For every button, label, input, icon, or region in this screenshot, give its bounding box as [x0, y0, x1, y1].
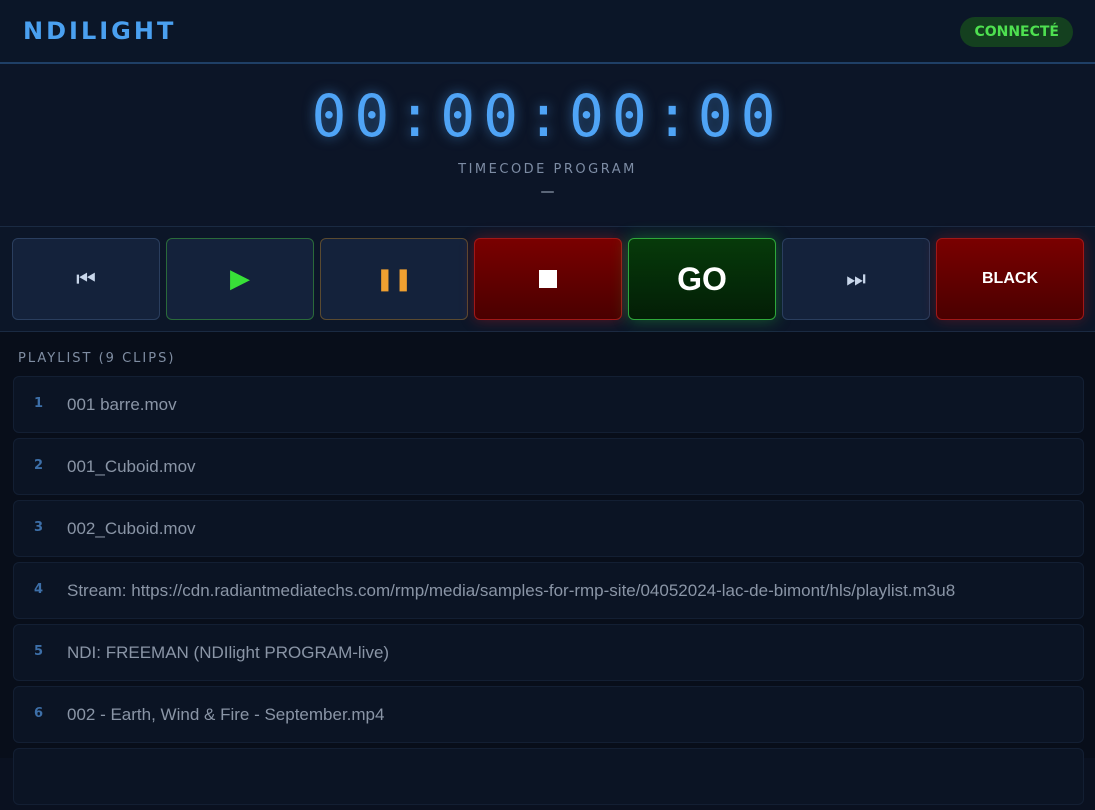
- pause-button[interactable]: ❚❚: [320, 238, 468, 320]
- playlist-list: 1 001 barre.mov 2 001_Cuboid.mov 3 002_C…: [13, 376, 1084, 810]
- playlist-item[interactable]: 4 Stream: https://cdn.radiantmediatechs.…: [13, 562, 1084, 619]
- playlist-item-number: 5: [34, 644, 44, 659]
- playlist-item-number: 4: [34, 582, 44, 597]
- go-button[interactable]: GO: [628, 238, 776, 320]
- black-button[interactable]: BLACK: [936, 238, 1084, 320]
- playlist-item[interactable]: 1 001 barre.mov: [13, 376, 1084, 433]
- app-title: NDILIGHT: [23, 17, 177, 45]
- playlist-item-name: NDI: FREEMAN (NDIlight PROGRAM-live): [67, 643, 390, 662]
- playlist-item[interactable]: [13, 748, 1084, 805]
- stop-icon: [539, 270, 557, 288]
- playlist-item-name: 001_Cuboid.mov: [67, 457, 196, 476]
- playlist-item[interactable]: 5 NDI: FREEMAN (NDIlight PROGRAM-live): [13, 624, 1084, 681]
- skip-previous-icon: ⏮: [76, 266, 96, 292]
- playlist-item[interactable]: 2 001_Cuboid.mov: [13, 438, 1084, 495]
- previous-button[interactable]: ⏮: [12, 238, 160, 320]
- playlist-item-number: 6: [34, 706, 44, 721]
- playlist-item-number: 1: [34, 396, 44, 411]
- playlist-item-number: 3: [34, 520, 44, 535]
- transport-controls: ⏮ ▶ ❚❚ GO ⏭ BLACK: [0, 227, 1095, 332]
- playlist-item[interactable]: 6 002 - Earth, Wind & Fire - September.m…: [13, 686, 1084, 743]
- timecode-display: 00:00:00:00: [311, 82, 784, 150]
- play-button[interactable]: ▶: [166, 238, 314, 320]
- playlist-panel: PLAYLIST (9 CLIPS) 1 001 barre.mov 2 001…: [0, 332, 1095, 805]
- timecode-panel: 00:00:00:00 TIMECODE PROGRAM —: [0, 64, 1095, 227]
- playlist-item-name: 002 - Earth, Wind & Fire - September.mp4: [67, 705, 385, 724]
- top-bar: NDILIGHT CONNECTÉ: [0, 0, 1095, 64]
- playlist-item-number: 2: [34, 458, 44, 473]
- playlist-item-name: Stream: https://cdn.radiantmediatechs.co…: [67, 581, 956, 600]
- playlist-heading: PLAYLIST (9 CLIPS): [18, 351, 176, 366]
- stop-button[interactable]: [474, 238, 622, 320]
- next-button[interactable]: ⏭: [782, 238, 930, 320]
- pause-icon: ❚❚: [375, 266, 413, 292]
- skip-next-icon: ⏭: [846, 266, 866, 292]
- playlist-item[interactable]: 3 002_Cuboid.mov: [13, 500, 1084, 557]
- playlist-item-name: 001 barre.mov: [67, 395, 177, 414]
- playlist-item-name: 002_Cuboid.mov: [67, 519, 196, 538]
- connection-status-badge: CONNECTÉ: [960, 17, 1073, 47]
- play-icon: ▶: [230, 264, 250, 294]
- timecode-clip-name: —: [540, 184, 555, 200]
- timecode-label: TIMECODE PROGRAM: [458, 162, 637, 177]
